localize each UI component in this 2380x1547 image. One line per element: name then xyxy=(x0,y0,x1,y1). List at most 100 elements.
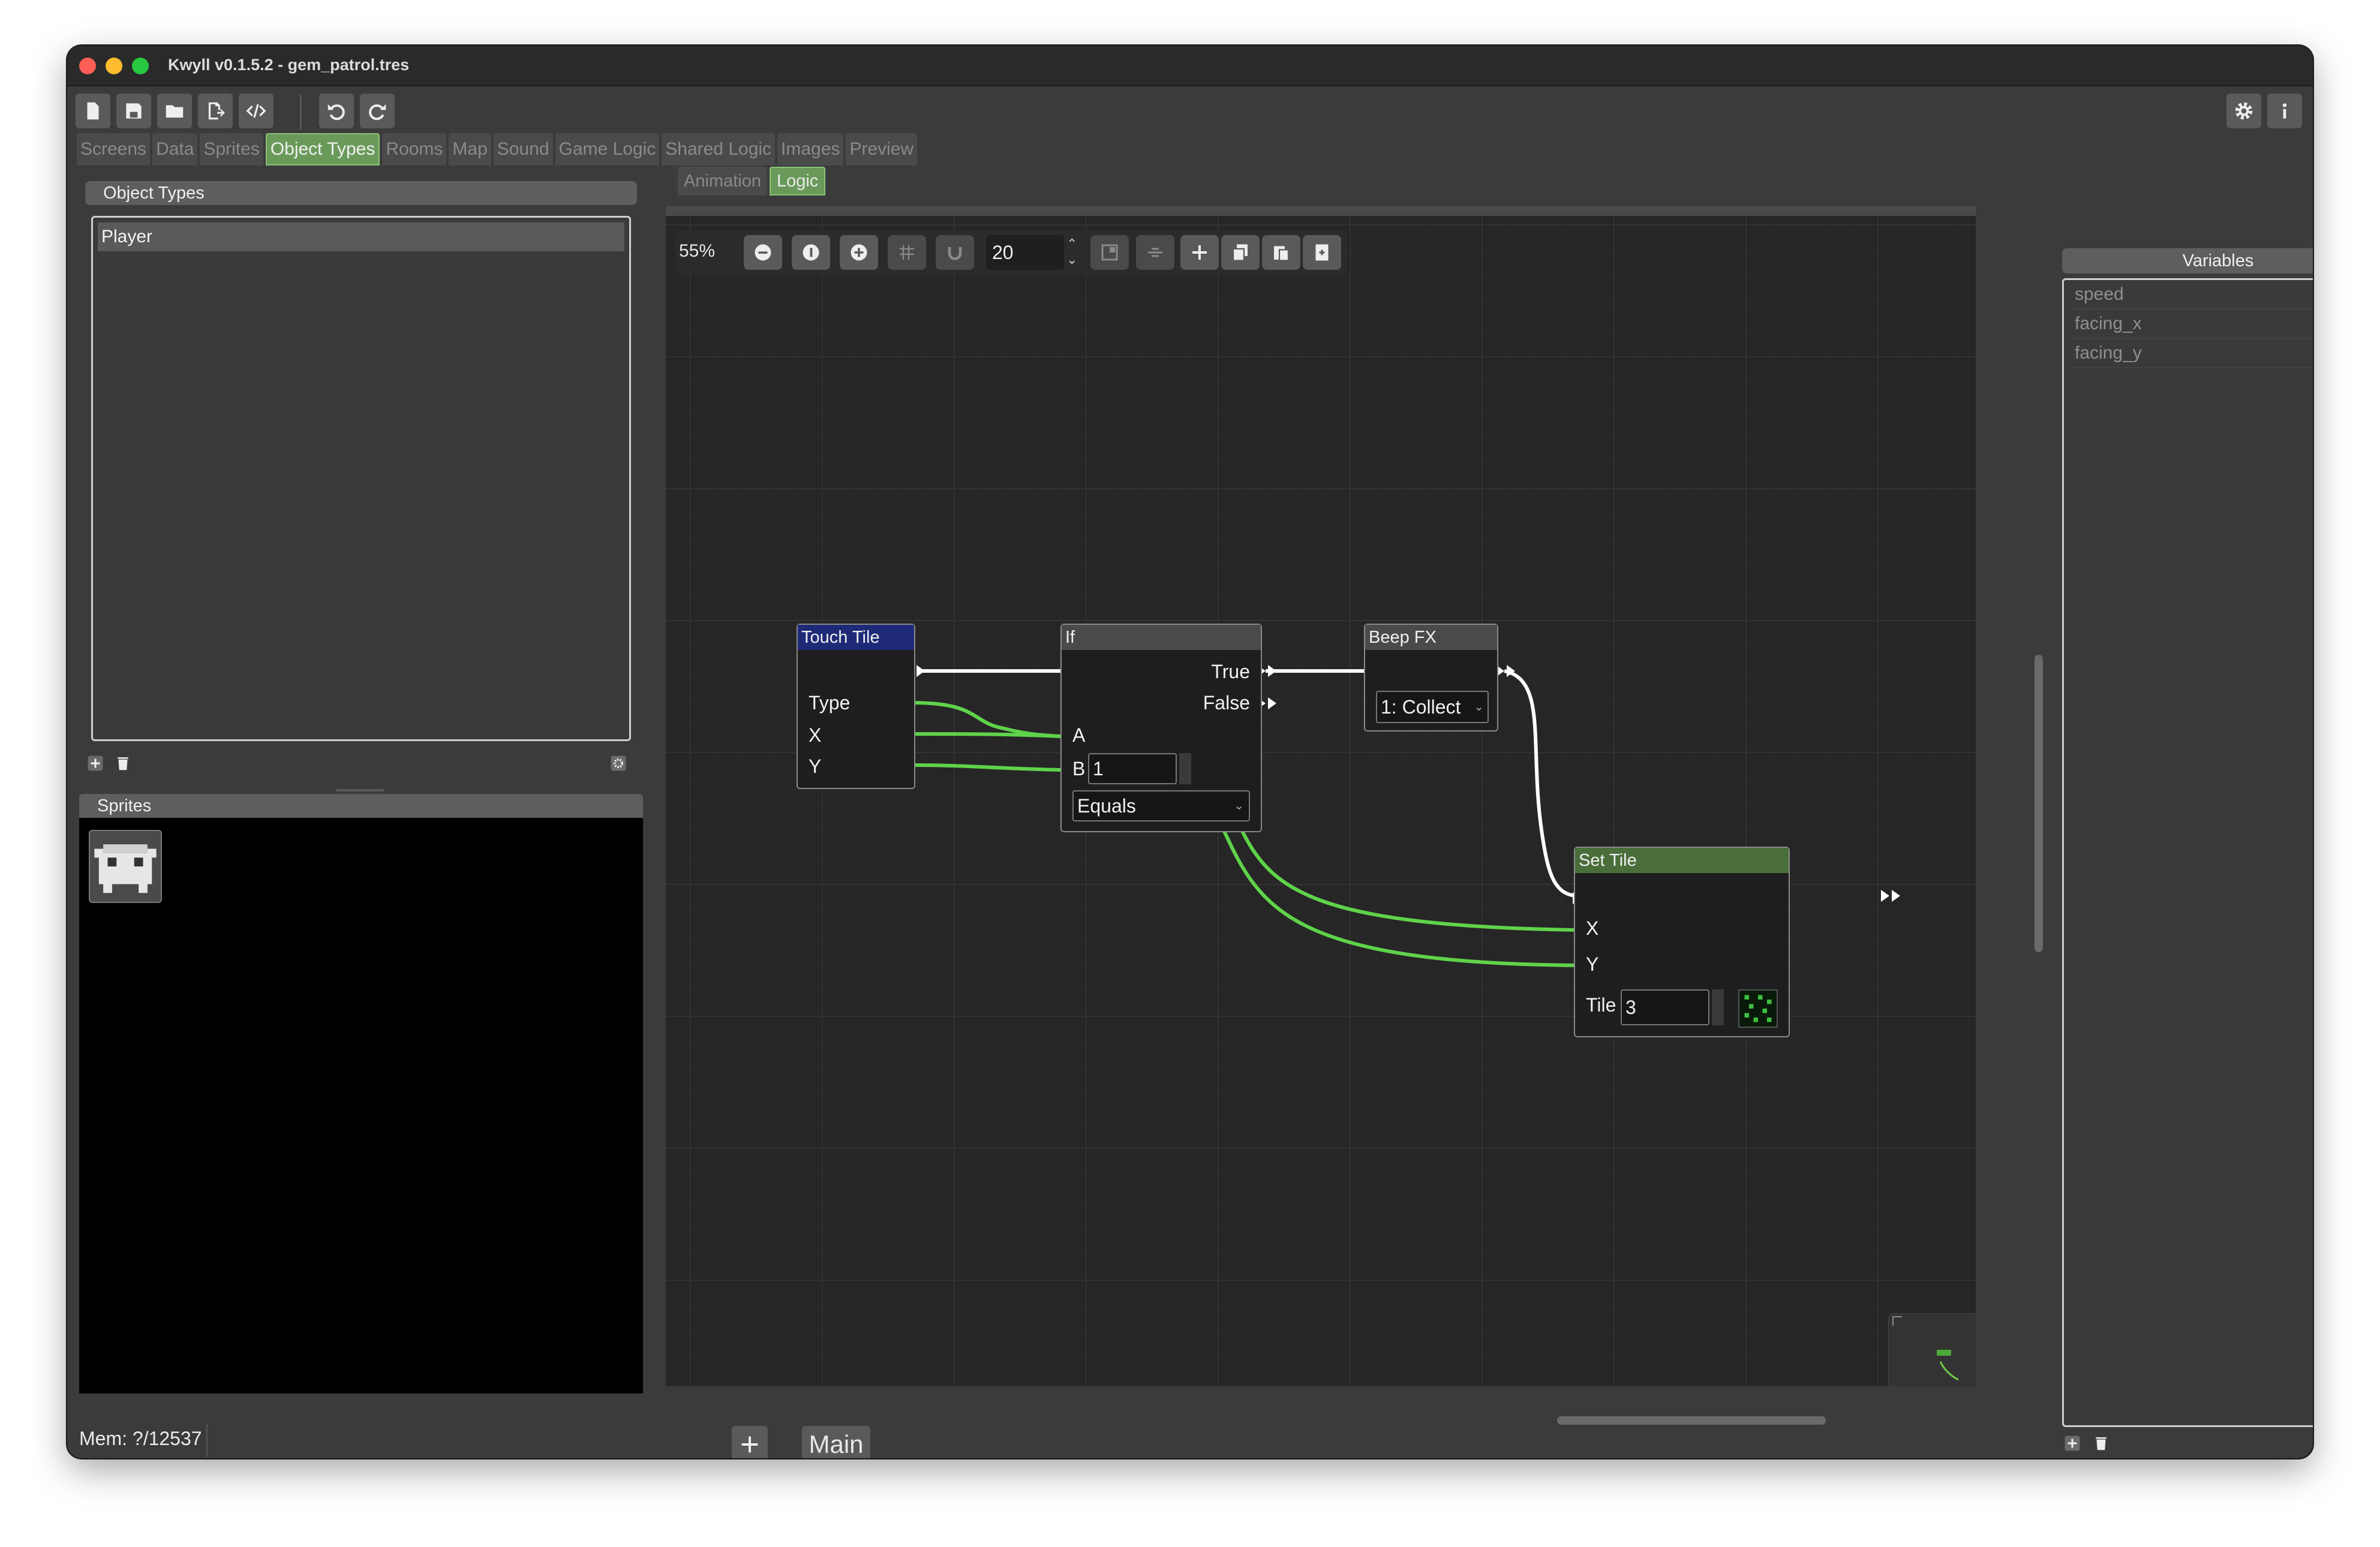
port-y[interactable]: Y xyxy=(1586,953,1598,976)
variable-item[interactable]: speed xyxy=(2068,280,2313,309)
export-button[interactable] xyxy=(198,94,233,128)
sound-value: 1: Collect xyxy=(1381,696,1461,718)
tab-screens[interactable]: Screens xyxy=(77,133,151,165)
sound-select[interactable]: 1: Collect ⌄ xyxy=(1376,691,1489,723)
zoom-window-button[interactable] xyxy=(132,58,149,74)
port-false[interactable]: False xyxy=(1203,692,1250,714)
tile-value-input[interactable]: 3 xyxy=(1621,989,1709,1025)
minimap-preview xyxy=(1937,1350,1959,1381)
info-button[interactable] xyxy=(2267,94,2302,128)
port-tile[interactable]: Tile xyxy=(1586,994,1616,1016)
add-logic-tab-button[interactable] xyxy=(732,1426,768,1458)
minimize-window-button[interactable] xyxy=(106,58,122,74)
add-object-type-button[interactable] xyxy=(85,753,106,774)
tile-pattern-icon xyxy=(1744,995,1772,1022)
tile-preview[interactable] xyxy=(1738,989,1778,1028)
node-title: Touch Tile xyxy=(798,625,914,650)
operator-select[interactable]: Equals ⌄ xyxy=(1072,790,1250,821)
if-node[interactable]: If True False A B 1 Equals ⌄ xyxy=(1060,624,1262,832)
node-title: If xyxy=(1062,625,1261,650)
logic-graph-canvas[interactable]: 55% 20 ⌃ ⌄ Touch Tile Type X Y If True F… xyxy=(666,206,1976,1386)
operator-value: Equals xyxy=(1077,795,1136,817)
port-x[interactable]: X xyxy=(1586,917,1598,940)
tab-game-logic[interactable]: Game Logic xyxy=(555,133,660,165)
tab-animation[interactable]: Animation xyxy=(678,167,767,195)
beep-fx-node[interactable]: Beep FX 1: Collect ⌄ xyxy=(1364,624,1498,732)
sprites-header: Sprites xyxy=(79,794,643,818)
tab-rooms[interactable]: Rooms xyxy=(382,133,447,165)
b-value-stepper[interactable] xyxy=(1179,753,1191,784)
settings-button[interactable] xyxy=(2226,94,2261,128)
port-type[interactable]: Type xyxy=(809,692,850,714)
exec-wire-beep-settile xyxy=(1504,669,1579,898)
object-types-header: Object Types xyxy=(85,181,637,205)
touch-tile-node[interactable]: Touch Tile Type X Y xyxy=(797,624,915,789)
chevron-down-icon: ⌄ xyxy=(1234,799,1244,812)
variables-list[interactable]: speed facing_x facing_y xyxy=(2062,278,2313,1427)
window-title: Kwyll v0.1.5.2 - gem_patrol.tres xyxy=(168,56,410,74)
trash-icon xyxy=(118,757,128,771)
chevron-down-icon: ⌄ xyxy=(1474,700,1484,714)
status-divider xyxy=(206,1423,208,1457)
code-button[interactable] xyxy=(239,94,274,128)
tab-shared-logic[interactable]: Shared Logic xyxy=(662,133,776,165)
undo-button[interactable] xyxy=(319,94,354,128)
tab-preview[interactable]: Preview xyxy=(846,133,918,165)
data-wire-type-a xyxy=(912,701,1062,738)
save-icon xyxy=(126,103,142,119)
title-bar: Kwyll v0.1.5.2 - gem_patrol.tres xyxy=(67,46,2313,86)
tab-object-types[interactable]: Object Types xyxy=(265,133,380,165)
add-variable-button[interactable] xyxy=(2062,1433,2082,1453)
tab-sprites[interactable]: Sprites xyxy=(200,133,263,165)
sprites-panel xyxy=(79,818,643,1393)
node-title: Set Tile xyxy=(1575,848,1789,873)
save-button[interactable] xyxy=(116,94,151,128)
export-icon xyxy=(208,102,225,120)
object-types-settings-button[interactable] xyxy=(608,753,629,774)
port-a[interactable]: A xyxy=(1072,724,1085,747)
code-icon xyxy=(246,104,266,118)
app-window: Kwyll v0.1.5.2 - gem_patrol.tres Screens… xyxy=(67,46,2313,1458)
graph-minimap[interactable] xyxy=(1888,1313,1976,1386)
new-file-button[interactable] xyxy=(76,94,110,128)
tab-logic[interactable]: Logic xyxy=(769,167,826,195)
open-folder-button[interactable] xyxy=(157,94,192,128)
close-window-button[interactable] xyxy=(79,58,96,74)
plus-icon xyxy=(741,1436,758,1453)
delete-variable-button[interactable] xyxy=(2091,1433,2111,1453)
tile-value-stepper[interactable] xyxy=(1712,989,1724,1025)
port-true[interactable]: True xyxy=(1211,661,1250,683)
variable-item[interactable]: facing_x xyxy=(2068,309,2313,339)
variables-header: Variables xyxy=(2062,248,2313,273)
b-value-input[interactable]: 1 xyxy=(1088,753,1177,784)
plus-icon xyxy=(2065,1435,2080,1451)
sprite-thumbnail[interactable] xyxy=(89,830,162,903)
graph-horizontal-scrollbar[interactable] xyxy=(1557,1416,1826,1425)
tab-data[interactable]: Data xyxy=(152,133,198,165)
redo-icon xyxy=(369,104,386,121)
port-y[interactable]: Y xyxy=(809,756,821,778)
trash-icon xyxy=(2096,1437,2106,1450)
split-handle[interactable] xyxy=(336,789,384,791)
redo-button[interactable] xyxy=(360,94,395,128)
memory-status: Mem: ?/12537 xyxy=(79,1428,202,1449)
data-wire-y xyxy=(912,763,1062,772)
set-tile-node[interactable]: Set Tile X Y Tile 3 xyxy=(1574,847,1790,1037)
tab-main[interactable]: Main xyxy=(802,1426,870,1458)
variable-item[interactable]: facing_y xyxy=(2068,339,2313,368)
tab-map[interactable]: Map xyxy=(449,133,491,165)
main-tab-bar: Screens Data Sprites Object Types Rooms … xyxy=(77,133,918,165)
delete-object-type-button[interactable] xyxy=(113,753,133,774)
data-wire-x xyxy=(912,732,1062,738)
folder-open-icon xyxy=(166,105,184,118)
node-wires xyxy=(912,665,1900,967)
port-x[interactable]: X xyxy=(809,724,821,747)
tab-sound[interactable]: Sound xyxy=(493,133,553,165)
graph-vertical-scrollbar[interactable] xyxy=(2035,655,2043,952)
object-types-list[interactable]: Player xyxy=(91,216,631,741)
plus-icon xyxy=(88,756,103,771)
port-b[interactable]: B xyxy=(1072,758,1085,780)
list-item[interactable]: Player xyxy=(98,222,624,251)
info-icon xyxy=(2282,103,2287,119)
tab-images[interactable]: Images xyxy=(777,133,844,165)
